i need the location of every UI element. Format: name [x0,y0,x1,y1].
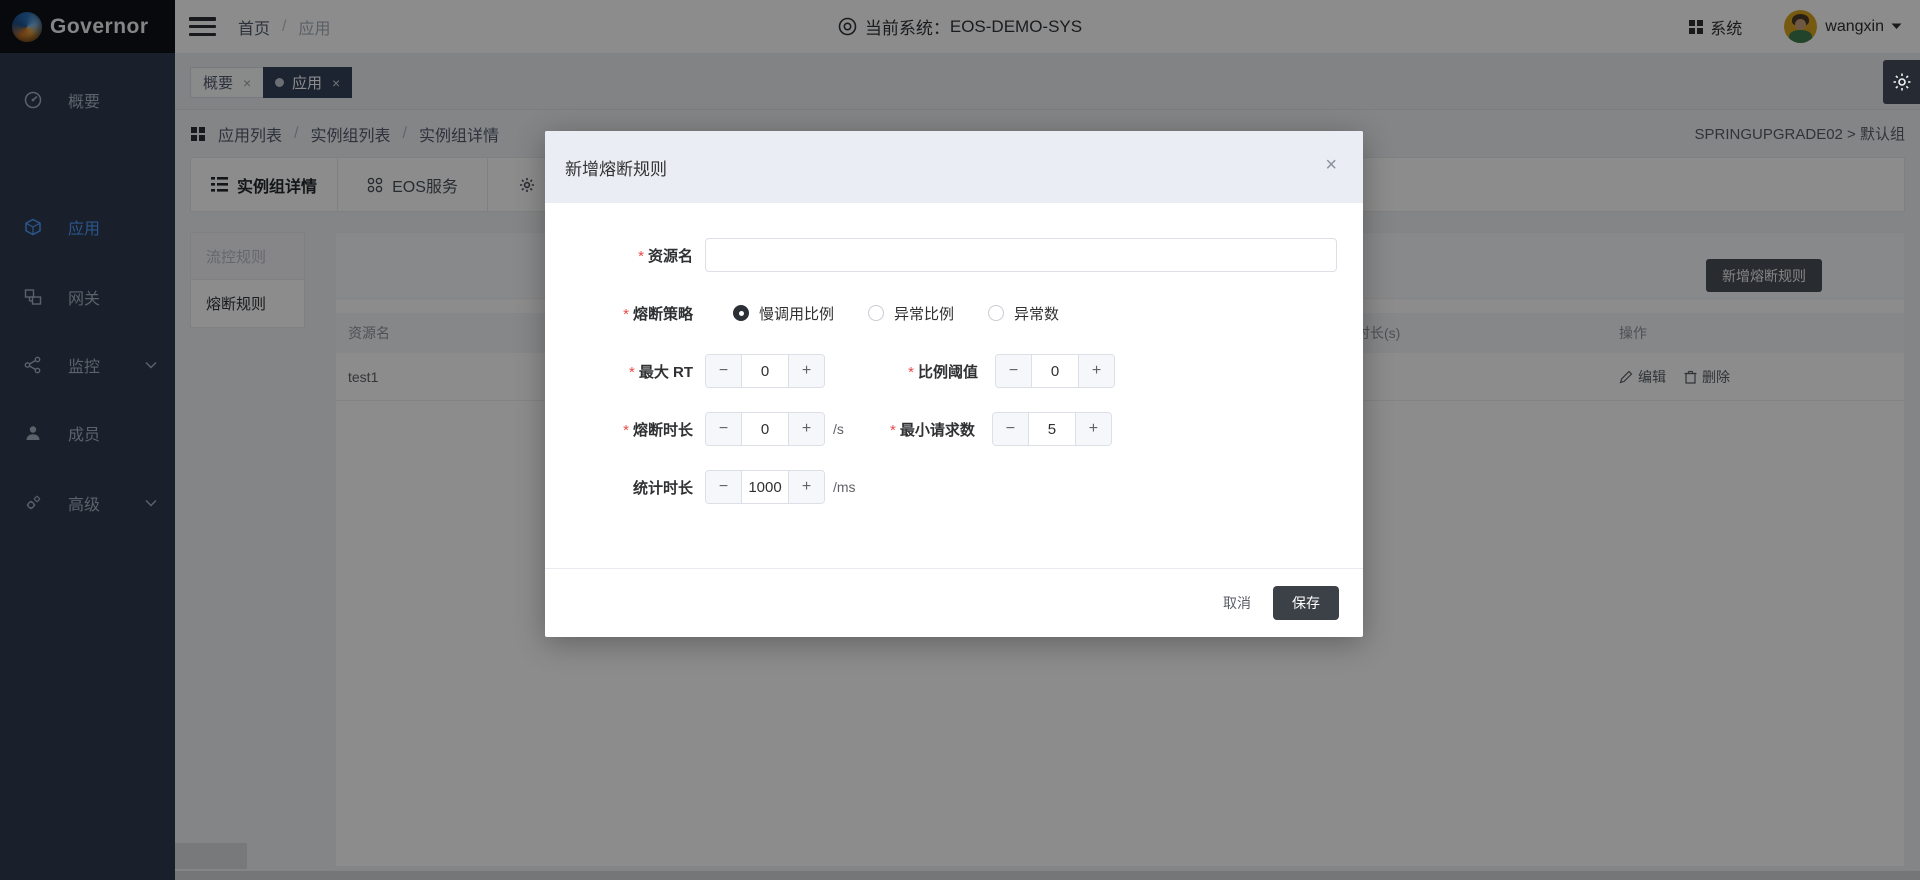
max-rt-stepper: − 0 + [705,354,825,388]
radio-label: 慢调用比例 [759,303,834,324]
break-duration-unit: /s [833,421,844,437]
form-row-resource-name: *资源名 [545,238,1363,272]
plus-button[interactable]: + [788,355,824,387]
close-icon[interactable]: × [1325,155,1337,175]
gear-icon [1892,72,1912,92]
required-asterisk: * [623,422,629,439]
minus-button[interactable]: − [993,413,1029,445]
save-button[interactable]: 保存 [1273,586,1339,620]
resource-name-label: *资源名 [545,245,693,266]
minus-button[interactable]: − [706,471,742,503]
radio-icon [988,305,1004,321]
modal-footer: 取消 保存 [545,568,1363,637]
stat-duration-label: 统计时长 [545,477,693,498]
break-duration-label: *熔断时长 [545,419,693,440]
required-asterisk: * [638,248,644,265]
ratio-threshold-value[interactable]: 0 [1032,355,1078,387]
required-asterisk: * [908,364,914,381]
plus-button[interactable]: + [788,471,824,503]
min-requests-value[interactable]: 5 [1029,413,1075,445]
plus-button[interactable]: + [1075,413,1111,445]
form-row-strategy: *熔断策略 慢调用比例 异常比例 异常数 [545,296,1363,330]
form-row-duration-requests: *熔断时长 − 0 + /s *最小请求数 − 5 + [545,412,1363,446]
break-duration-value[interactable]: 0 [742,413,788,445]
min-requests-stepper: − 5 + [992,412,1112,446]
modal-title: 新增熔断规则 [565,155,667,180]
modal-body: *资源名 *熔断策略 慢调用比例 异常比例 异常数 [545,203,1363,504]
break-duration-stepper: − 0 + [705,412,825,446]
radio-slow-call-ratio[interactable]: 慢调用比例 [733,303,834,324]
radio-exception-ratio[interactable]: 异常比例 [868,303,954,324]
radio-label: 异常比例 [894,303,954,324]
min-requests-label: *最小请求数 [844,419,975,440]
minus-button[interactable]: − [706,355,742,387]
radio-exception-count[interactable]: 异常数 [988,303,1059,324]
ratio-threshold-stepper: − 0 + [995,354,1115,388]
stat-duration-unit: /ms [833,479,856,495]
max-rt-value[interactable]: 0 [742,355,788,387]
minus-button[interactable]: − [706,413,742,445]
modal-header: 新增熔断规则 × [545,131,1363,203]
required-asterisk: * [623,306,629,323]
radio-label: 异常数 [1014,303,1059,324]
plus-button[interactable]: + [788,413,824,445]
form-row-rt-ratio: *最大 RT − 0 + *比例阈值 − 0 + [545,354,1363,388]
stat-duration-stepper: − 1000 + [705,470,825,504]
strategy-radio-group: 慢调用比例 异常比例 异常数 [705,303,1093,324]
resource-name-input[interactable] [705,238,1337,272]
required-asterisk: * [890,422,896,439]
form-row-stat-duration: 统计时长 − 1000 + /ms [545,470,1363,504]
ratio-threshold-label: *比例阈值 [825,361,978,382]
minus-button[interactable]: − [996,355,1032,387]
strategy-label: *熔断策略 [545,303,693,324]
plus-button[interactable]: + [1078,355,1114,387]
settings-panel-button[interactable] [1883,60,1920,104]
max-rt-label: *最大 RT [545,361,693,382]
stat-duration-value[interactable]: 1000 [742,471,788,503]
radio-icon [868,305,884,321]
cancel-button[interactable]: 取消 [1223,593,1251,613]
required-asterisk: * [629,364,635,381]
radio-icon [733,305,749,321]
add-breaker-rule-modal: 新增熔断规则 × *资源名 *熔断策略 慢调用比例 异常比例 [545,131,1363,637]
